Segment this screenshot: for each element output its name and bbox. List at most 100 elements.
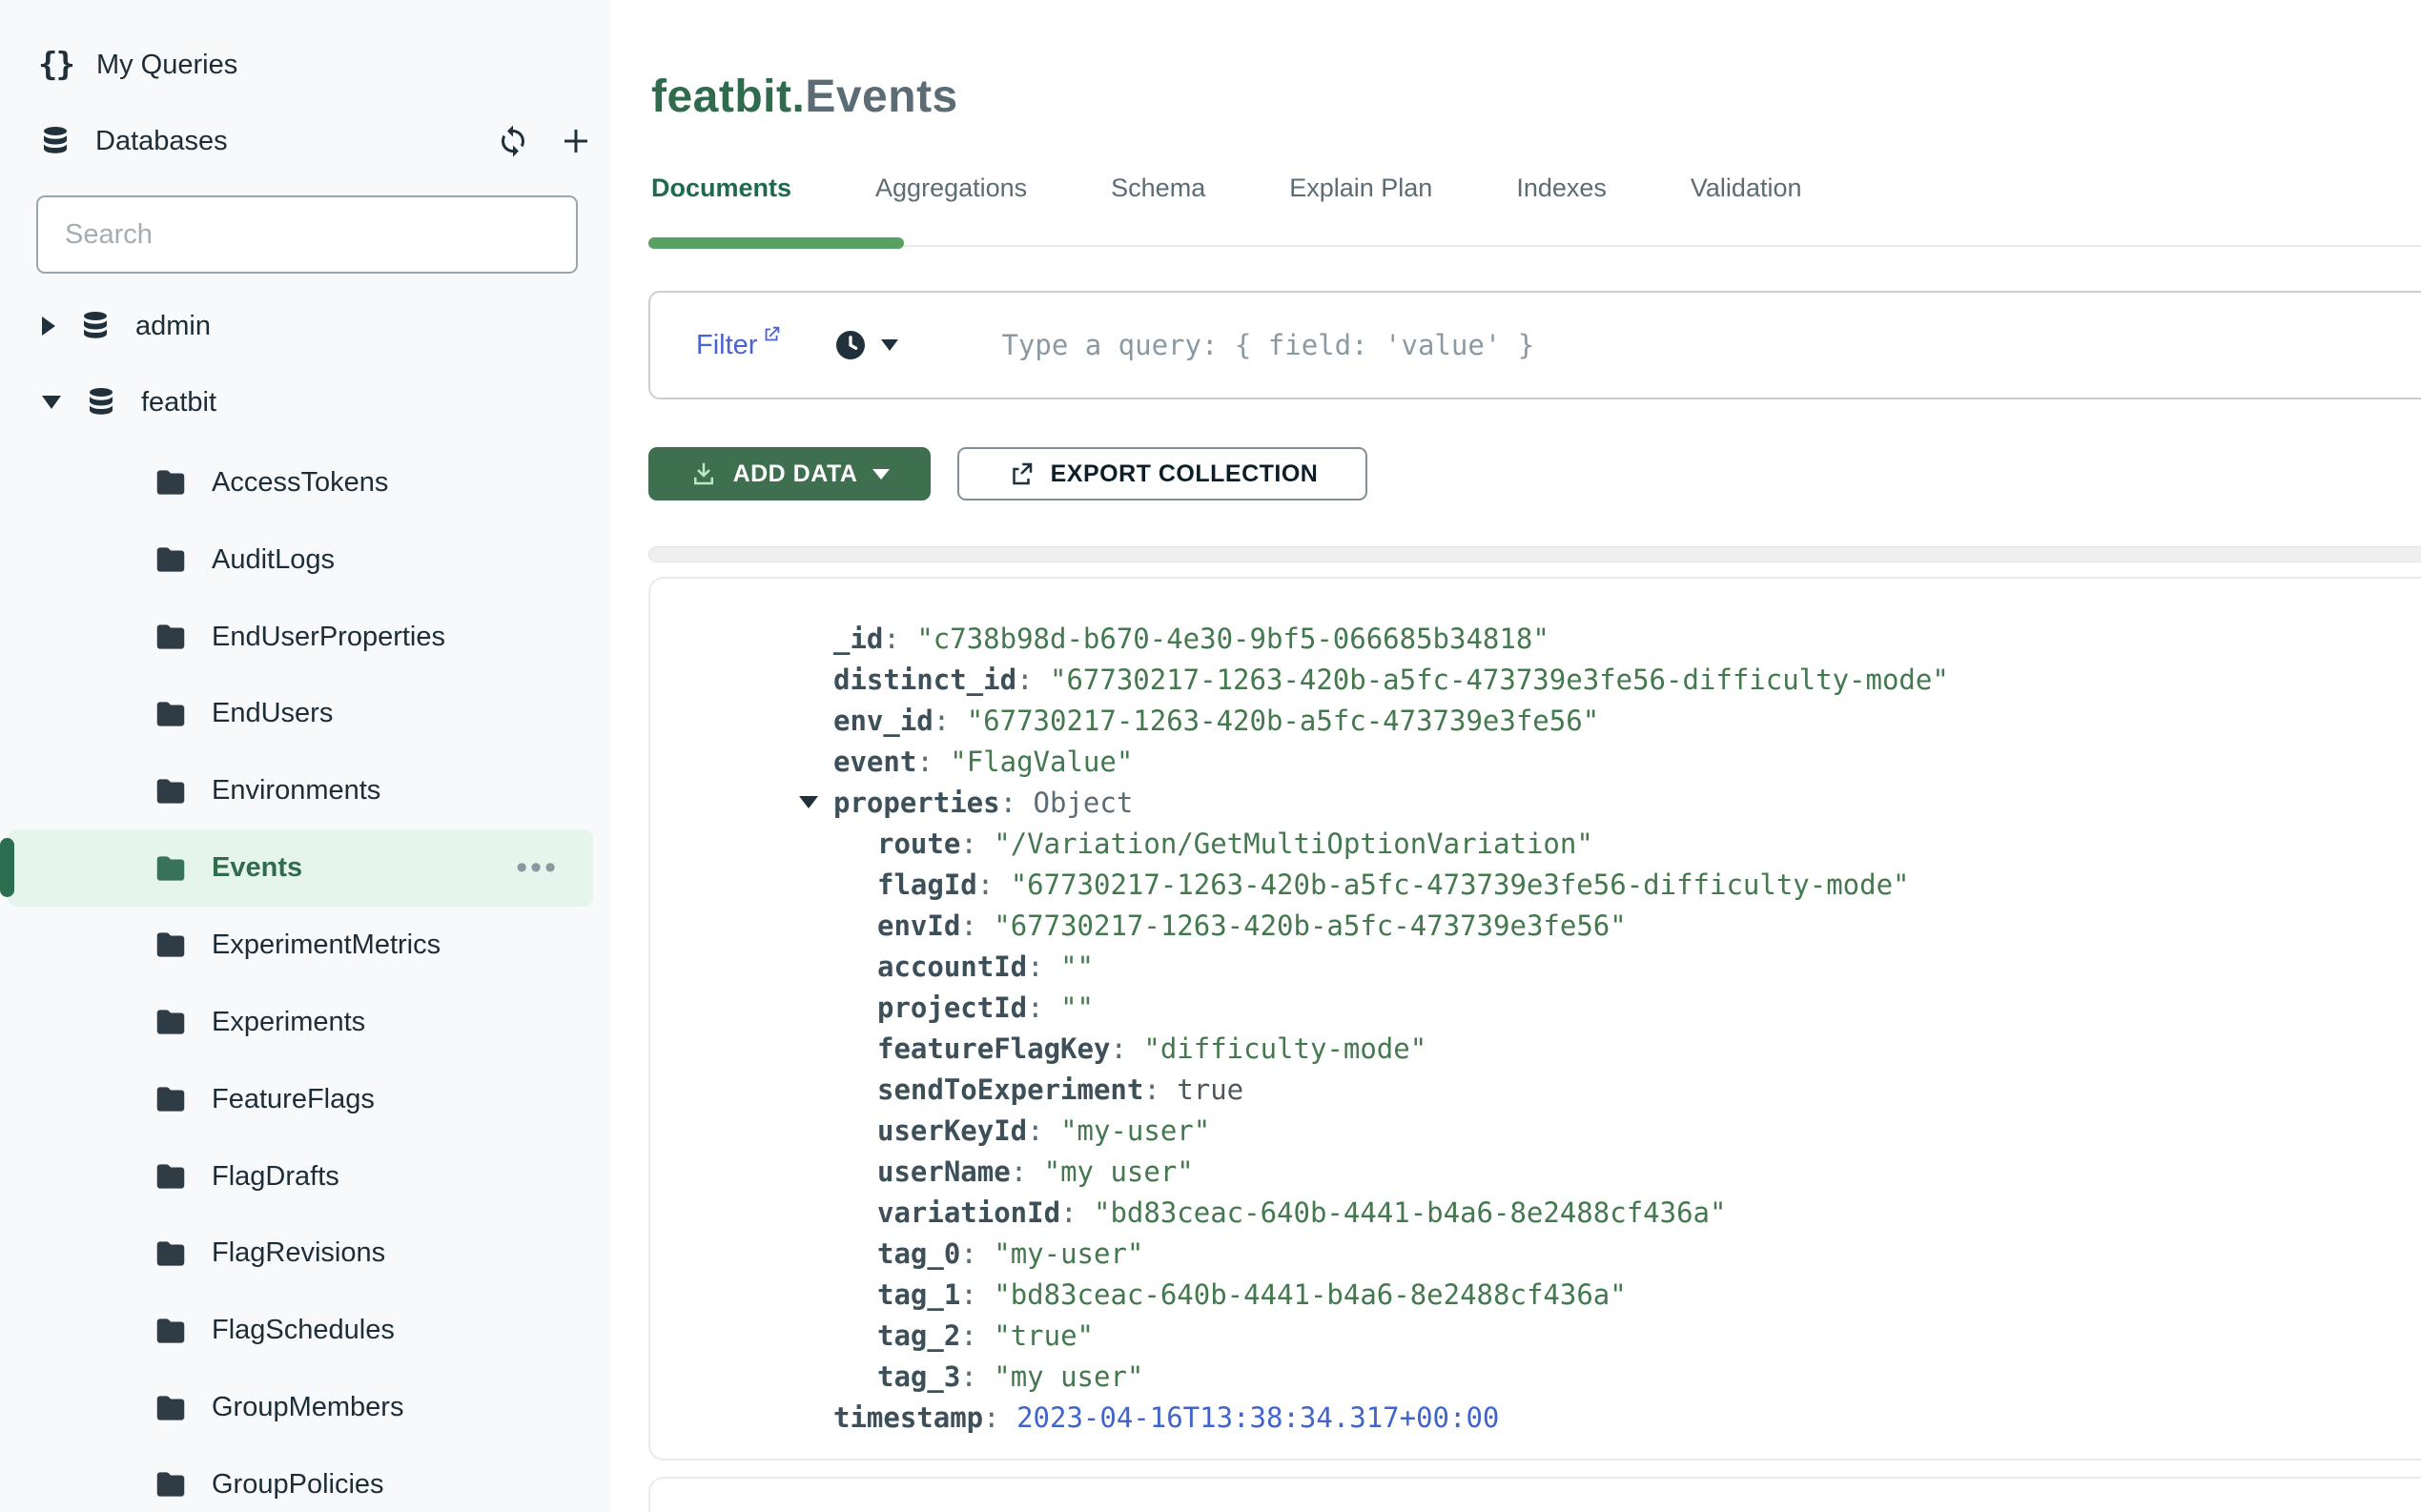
document-field-featureFlagKey[interactable]: featureFlagKey: "difficulty-mode" [650,1029,2421,1070]
collection-name-label: GroupMembers [212,1392,403,1423]
document-field-event[interactable]: event: "FlagValue" [650,742,2421,783]
sidebar-item-experiments[interactable]: Experiments [0,984,610,1061]
document-field-tag_0[interactable]: tag_0: "my-user" [650,1234,2421,1275]
sidebar-item-featureflags[interactable]: FeatureFlags [0,1061,610,1138]
sidebar-item-my-queries[interactable]: {} My Queries [38,27,572,103]
field-key: userName [877,1155,1011,1188]
sidebar-item-auditlogs[interactable]: AuditLogs [0,521,610,599]
filter-link[interactable]: Filter [696,330,782,361]
document-field-properties[interactable]: properties: Object [650,783,2421,824]
next-document-card [648,1477,2421,1512]
field-separator: : [977,868,1011,901]
folder-icon [153,1081,189,1117]
collection-name-label: Environments [212,775,380,807]
tab-validation[interactable]: Validation [1691,174,1802,211]
add-database-icon[interactable] [559,124,593,158]
field-separator: : [1110,1032,1143,1065]
collection-name-label: Events [212,852,302,884]
sidebar-item-experimentmetrics[interactable]: ExperimentMetrics [0,907,610,984]
clock-icon [833,328,868,362]
add-data-button[interactable]: ADD DATA [648,447,931,501]
document-field-accountId[interactable]: accountId: "" [650,947,2421,988]
tab-schema[interactable]: Schema [1111,174,1205,211]
document-field-flagId[interactable]: flagId: "67730217-1263-420b-a5fc-473739e… [650,865,2421,906]
databases-label: Databases [95,126,228,157]
curly-braces-icon: {} [38,46,73,84]
field-separator: : [1027,1114,1060,1147]
sidebar-item-endusers[interactable]: EndUsers [0,676,610,753]
field-key: tag_0 [877,1237,960,1270]
sidebar-item-groupmembers[interactable]: GroupMembers [0,1369,610,1446]
tab-explain-plan[interactable]: Explain Plan [1289,174,1432,211]
folder-icon [153,464,189,501]
collapse-caret-icon[interactable] [799,796,818,808]
field-value: true [1177,1073,1243,1106]
document-field-variationId[interactable]: variationId: "bd83ceac-640b-4441-b4a6-8e… [650,1193,2421,1234]
tabs-divider [648,245,2421,247]
field-separator: : [960,1237,994,1270]
field-value: "my-user" [1060,1114,1210,1147]
field-separator: : [916,746,950,778]
field-separator: : [960,1360,994,1393]
collection-options-icon[interactable]: ••• [516,849,559,887]
document-field-userKeyId[interactable]: userKeyId: "my-user" [650,1111,2421,1152]
sidebar-item-enduserproperties[interactable]: EndUserProperties [0,599,610,676]
document-field-tag_2[interactable]: tag_2: "true" [650,1316,2421,1357]
field-separator: : [883,623,916,655]
sidebar-search-input[interactable] [36,195,578,274]
field-value: "my user" [1044,1155,1194,1188]
field-separator: : [960,1319,994,1352]
sidebar: {} My Queries Databases [0,0,610,1512]
database-icon [38,124,72,158]
field-separator: : [1060,1196,1094,1229]
namespace-collection: Events [805,72,957,122]
chevron-right-icon[interactable] [42,317,55,336]
document-field-tag_3[interactable]: tag_3: "my user" [650,1357,2421,1398]
collection-list: AccessTokens AuditLogs EndUserProperties… [0,444,610,1512]
tab-aggregations[interactable]: Aggregations [875,174,1027,211]
document-field-_id[interactable]: _id: "c738b98d-b670-4e30-9bf5-066685b348… [650,619,2421,660]
folder-icon [153,927,189,963]
collection-name-label: GroupPolicies [212,1469,384,1501]
sidebar-item-flagdrafts[interactable]: FlagDrafts [0,1138,610,1216]
collection-name-label: FlagRevisions [212,1237,385,1269]
field-key: flagId [877,868,977,901]
sidebar-item-environments[interactable]: Environments [0,752,610,829]
collection-name-label: AuditLogs [212,544,335,576]
sidebar-item-db-featbit[interactable]: featbit [42,364,576,440]
field-key: variationId [877,1196,1060,1229]
page-title: featbit.Events [651,71,958,123]
refresh-icon[interactable] [496,124,530,158]
sidebar-databases-header[interactable]: Databases [38,103,593,179]
field-value: "67730217-1263-420b-a5fc-473739e3fe56" [967,705,1599,737]
collection-name-label: EndUserProperties [212,622,445,653]
tab-indexes[interactable]: Indexes [1516,174,1607,211]
folder-icon [153,619,189,655]
document-field-tag_1[interactable]: tag_1: "bd83ceac-640b-4441-b4a6-8e2488cf… [650,1275,2421,1316]
sidebar-item-flagrevisions[interactable]: FlagRevisions [0,1215,610,1292]
document-field-distinct_id[interactable]: distinct_id: "67730217-1263-420b-a5fc-47… [650,660,2421,701]
sidebar-item-events[interactable]: Events ••• [8,829,593,907]
field-value: "bd83ceac-640b-4441-b4a6-8e2488cf436a" [1094,1196,1726,1229]
document-field-projectId[interactable]: projectId: "" [650,988,2421,1029]
export-collection-button[interactable]: EXPORT COLLECTION [957,447,1367,501]
sidebar-item-grouppolicies[interactable]: GroupPolicies [0,1446,610,1512]
sidebar-item-flagschedules[interactable]: FlagSchedules [0,1292,610,1369]
field-value: "67730217-1263-420b-a5fc-473739e3fe56-di… [1011,868,1910,901]
document-field-route[interactable]: route: "/Variation/GetMultiOptionVariati… [650,824,2421,865]
document-field-sendToExperiment[interactable]: sendToExperiment: true [650,1070,2421,1111]
field-key: distinct_id [833,664,1016,696]
document-field-env_id[interactable]: env_id: "67730217-1263-420b-a5fc-473739e… [650,701,2421,742]
query-history-button[interactable] [833,328,898,362]
field-value: "c738b98d-b670-4e30-9bf5-066685b34818" [916,623,1549,655]
field-separator: : [1027,950,1060,983]
document-field-timestamp[interactable]: timestamp: 2023-04-16T13:38:34.317+00:00 [650,1398,2421,1439]
document-field-envId[interactable]: envId: "67730217-1263-420b-a5fc-473739e3… [650,906,2421,947]
document-field-userName[interactable]: userName: "my user" [650,1152,2421,1193]
namespace-database: featbit [651,72,792,122]
query-input[interactable]: Type a query: { field: 'value' } [1001,329,1534,361]
tab-documents[interactable]: Documents [651,174,791,211]
sidebar-item-accesstokens[interactable]: AccessTokens [0,444,610,521]
sidebar-item-db-admin[interactable]: admin [42,288,576,364]
chevron-down-icon[interactable] [42,396,61,409]
